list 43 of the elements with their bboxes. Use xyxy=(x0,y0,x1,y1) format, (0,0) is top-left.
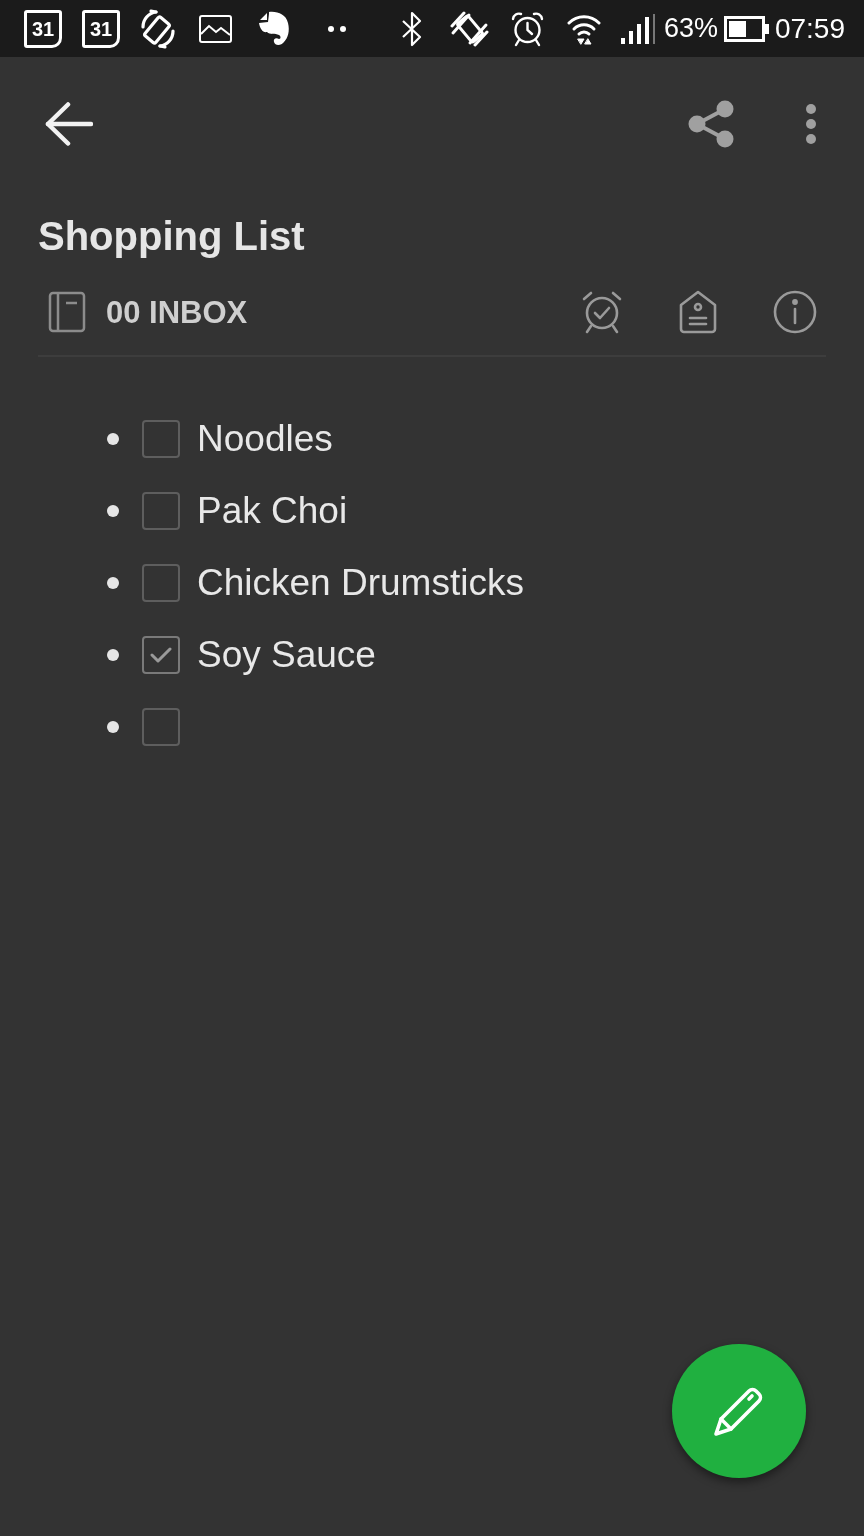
calendar-icon: 31 xyxy=(24,9,62,48)
notebook-icon xyxy=(48,291,86,333)
battery-percentage: 63% xyxy=(663,15,718,42)
checkbox[interactable] xyxy=(142,564,180,602)
more-notifications-icon xyxy=(328,25,346,32)
more-options-button[interactable] xyxy=(806,104,816,144)
vibrating-phone-icon xyxy=(449,9,489,48)
bullet-icon xyxy=(107,649,119,661)
bullet-icon xyxy=(107,505,119,517)
checkbox[interactable] xyxy=(142,708,180,746)
item-text: Noodles xyxy=(197,417,333,461)
checkmark-icon xyxy=(150,647,172,663)
elephant-icon xyxy=(257,10,290,47)
signal-icon xyxy=(620,13,656,44)
tag-icon xyxy=(678,290,718,334)
checkbox[interactable] xyxy=(142,420,180,458)
image-icon xyxy=(199,14,232,43)
share-icon xyxy=(688,100,734,148)
alarm-clock-check-icon xyxy=(581,290,623,334)
info-button[interactable] xyxy=(773,290,817,334)
notebook-selector[interactable]: 00 INBOX xyxy=(48,291,248,333)
bluetooth-icon xyxy=(400,10,423,47)
pencil-icon xyxy=(713,1385,765,1437)
back-button[interactable] xyxy=(45,102,93,146)
note-title[interactable]: Shopping List xyxy=(38,213,305,259)
bullet-icon xyxy=(107,577,119,589)
item-text: Pak Choi xyxy=(197,489,348,533)
more-options-icon xyxy=(806,104,816,144)
bullet-icon xyxy=(107,721,119,733)
alarm-clock-icon xyxy=(510,10,544,47)
item-text: Soy Sauce xyxy=(197,633,376,677)
checkbox[interactable] xyxy=(142,492,180,530)
calendar-icon: 31 xyxy=(82,9,120,48)
share-button[interactable] xyxy=(688,100,734,148)
battery-icon xyxy=(723,15,769,42)
checkbox[interactable] xyxy=(142,636,180,674)
tag-button[interactable] xyxy=(678,290,718,334)
reminder-button[interactable] xyxy=(581,290,623,334)
rotating-phone-icon xyxy=(138,8,178,49)
bullet-icon xyxy=(107,433,119,445)
info-icon xyxy=(773,290,817,334)
item-text: Chicken Drumsticks xyxy=(197,561,524,605)
clock-time: 07:59 xyxy=(774,14,845,43)
